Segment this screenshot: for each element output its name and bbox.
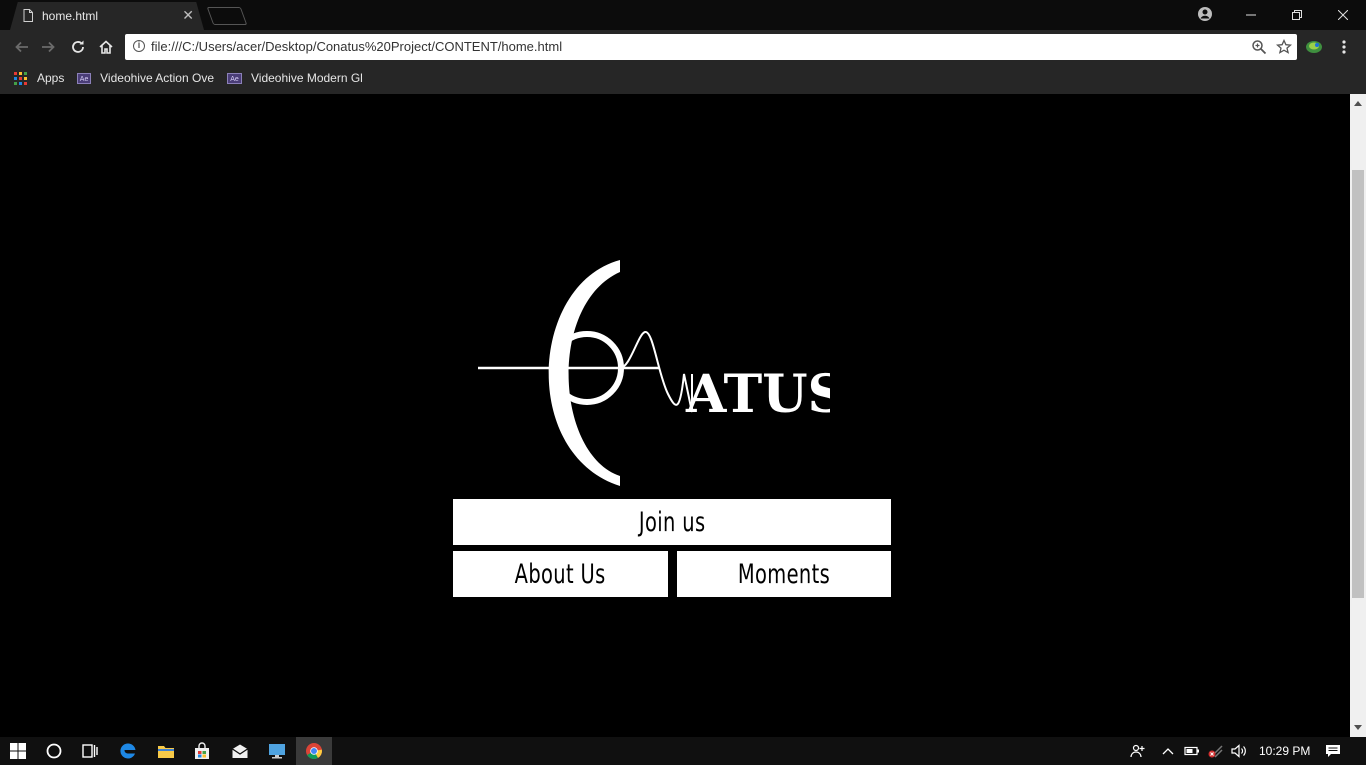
- arrow-left-icon: [15, 41, 28, 53]
- store-icon[interactable]: [193, 742, 211, 760]
- minimize-button[interactable]: [1228, 0, 1274, 30]
- join-us-button[interactable]: Join us: [453, 499, 891, 545]
- close-window-button[interactable]: [1320, 0, 1366, 30]
- minimize-icon: [1246, 14, 1256, 16]
- tab-home[interactable]: home.html ✕: [10, 2, 204, 30]
- forward-button[interactable]: [38, 37, 58, 57]
- page-viewport: ATUS Join us About Us Moments: [0, 94, 1350, 737]
- moments-button[interactable]: Moments: [677, 551, 891, 597]
- bookmark-videohive-modern[interactable]: Ae Videohive Modern Gl: [227, 71, 363, 85]
- about-us-button[interactable]: About Us: [453, 551, 668, 597]
- chrome-icon[interactable]: [305, 742, 323, 760]
- profile-icon[interactable]: [1197, 6, 1213, 22]
- people-icon[interactable]: [1130, 744, 1146, 758]
- home-icon: [99, 40, 113, 54]
- bookmark-label: Videohive Action Ove: [100, 71, 214, 85]
- bookmark-label: Videohive Modern Gl: [251, 71, 363, 85]
- file-explorer-icon[interactable]: [157, 742, 175, 760]
- tab-title: home.html: [42, 9, 99, 23]
- bookmark-label: Apps: [37, 71, 65, 85]
- conatus-logo: ATUS: [478, 260, 830, 486]
- bookmarks-bar: Apps Ae Videohive Action Ove Ae Videohiv…: [0, 64, 1366, 94]
- file-icon: [23, 9, 33, 22]
- mail-icon[interactable]: [231, 742, 249, 760]
- task-view-icon[interactable]: [81, 742, 99, 760]
- info-icon[interactable]: i: [133, 40, 145, 52]
- action-center-icon[interactable]: [1325, 744, 1341, 758]
- close-icon: [1338, 10, 1348, 20]
- battery-icon[interactable]: [1184, 744, 1200, 758]
- arrow-right-icon: [42, 41, 55, 53]
- reload-icon: [72, 40, 84, 53]
- bookmark-apps[interactable]: Apps: [14, 71, 64, 85]
- cortana-icon[interactable]: [45, 742, 63, 760]
- network-no-connection-icon[interactable]: [1207, 744, 1223, 758]
- taskbar: 10:29 PM: [0, 737, 1366, 765]
- after-effects-icon: Ae: [77, 72, 92, 84]
- about-us-label: About Us: [515, 558, 606, 590]
- chevron-up-icon[interactable]: [1160, 744, 1176, 758]
- back-button[interactable]: [12, 37, 32, 57]
- apps-grid-icon: [14, 71, 27, 85]
- tab-close-icon[interactable]: ✕: [182, 7, 194, 24]
- reload-button[interactable]: [68, 37, 88, 57]
- tab-strip: home.html ✕: [0, 0, 1366, 30]
- bookmark-videohive-action[interactable]: Ae Videohive Action Ove: [77, 71, 214, 85]
- edge-browser-icon[interactable]: [119, 742, 137, 760]
- menu-icon[interactable]: [1336, 39, 1352, 55]
- scroll-down-arrow[interactable]: [1354, 725, 1362, 730]
- windows-start-icon[interactable]: [9, 742, 27, 760]
- new-tab-button[interactable]: [206, 7, 248, 25]
- moments-label: Moments: [737, 558, 831, 590]
- restore-button[interactable]: [1274, 0, 1320, 30]
- volume-icon[interactable]: [1231, 744, 1247, 758]
- join-us-label: Join us: [638, 506, 706, 538]
- url-text: file:///C:/Users/acer/Desktop/Conatus%20…: [151, 39, 563, 54]
- remote-desktop-icon[interactable]: [268, 742, 286, 760]
- scroll-up-arrow[interactable]: [1354, 101, 1362, 106]
- home-button[interactable]: [96, 37, 116, 57]
- after-effects-icon: Ae: [227, 72, 242, 84]
- logo-wordmark: ATUS: [685, 364, 830, 425]
- address-bar[interactable]: i file:///C:/Users/acer/Desktop/Conatus%…: [125, 34, 1297, 60]
- browser-toolbar: i file:///C:/Users/acer/Desktop/Conatus%…: [0, 30, 1366, 64]
- scroll-thumb[interactable]: [1352, 170, 1364, 598]
- restore-icon: [1292, 10, 1302, 20]
- vertical-scrollbar[interactable]: [1350, 94, 1366, 737]
- extension-icon[interactable]: [1305, 39, 1323, 55]
- zoom-icon[interactable]: [1251, 39, 1267, 55]
- taskbar-clock[interactable]: 10:29 PM: [1259, 744, 1310, 758]
- star-icon[interactable]: [1276, 39, 1292, 55]
